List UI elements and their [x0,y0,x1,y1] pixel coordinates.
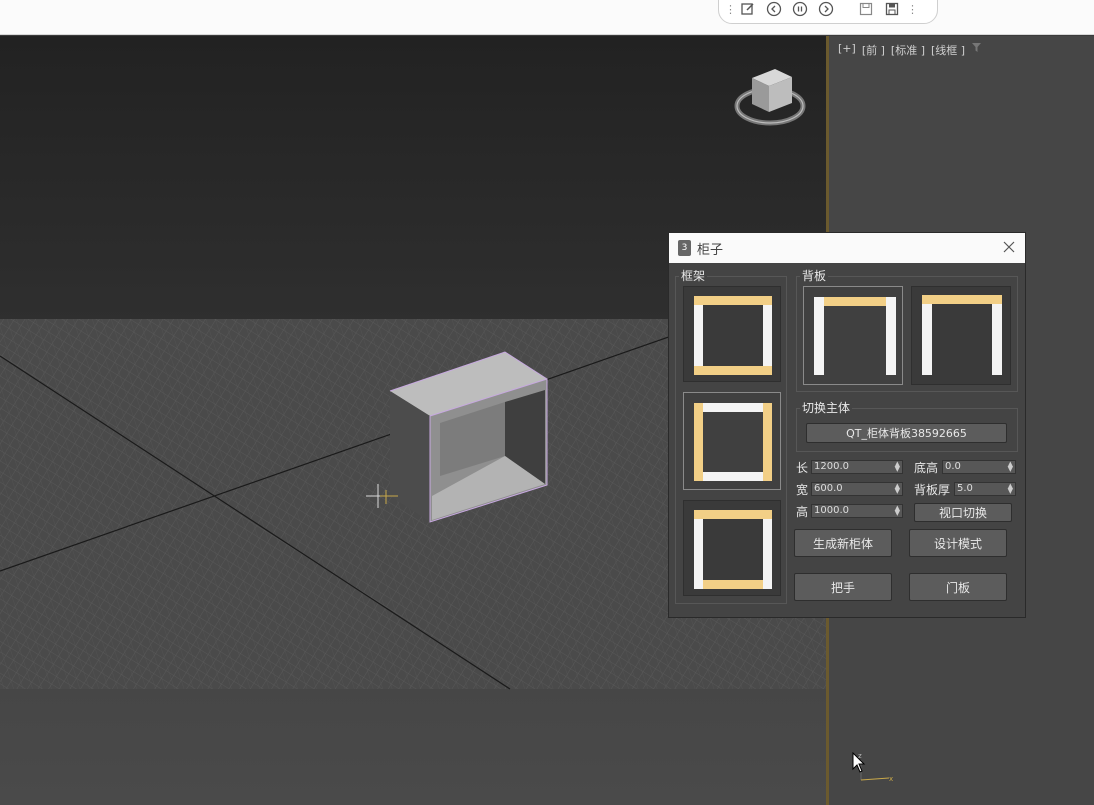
close-icon[interactable] [1001,239,1017,255]
viewport-mode-menu[interactable]: [线框 ] [931,42,965,58]
length-spinner[interactable]: 1200.0 ▲ ▼ [811,460,903,474]
floating-toolbar: ⋮ ⋮ [718,0,938,24]
mouse-cursor-icon [852,752,866,773]
viewcube-icon [734,69,806,126]
back-thickness-value: 5.0 [957,483,973,494]
back-thickness-spinner[interactable]: 5.0 ▲ ▼ [954,482,1016,496]
drag-handle-icon[interactable]: ⋮ [907,3,918,16]
handle-button[interactable]: 把手 [794,573,892,601]
viewport-shading-menu[interactable]: [标准 ] [891,42,925,58]
frame-option-2[interactable] [683,392,781,490]
back-panel-option-2[interactable] [911,286,1011,385]
width-value: 600.0 [814,483,843,494]
spinner-arrows-icon[interactable]: ▲ ▼ [895,483,900,495]
viewport-label[interactable]: [+] [前 ] [标准 ] [线框 ] [838,42,982,58]
height-spinner[interactable]: 1000.0 ▲ ▼ [811,504,903,518]
back-panel-option-1[interactable] [803,286,903,385]
app-top-bar: ⋮ ⋮ [0,0,1094,35]
spinner-arrows-icon[interactable]: ▲ ▼ [895,461,900,473]
width-spinner[interactable]: 600.0 ▲ ▼ [811,482,903,496]
length-label: 长 [796,461,809,475]
viewport-plus-menu[interactable]: [+] [838,42,856,58]
save-as-icon[interactable] [881,0,903,20]
dialog-titlebar[interactable]: 3 柜子 [669,233,1025,263]
length-value: 1200.0 [814,461,849,472]
base-height-label: 底高 [914,461,939,475]
spinner-arrows-icon[interactable]: ▲ ▼ [1008,461,1013,473]
previous-icon[interactable] [763,0,785,20]
switch-body-button[interactable]: QT_柜体背板38592665 [806,423,1007,443]
frame-option-1[interactable] [683,286,781,382]
base-height-value: 0.0 [945,461,961,472]
back-thickness-label: 背板厚 [914,483,951,497]
next-icon[interactable] [815,0,837,20]
frame-option-3[interactable] [683,500,781,596]
save-icon[interactable] [855,0,877,20]
dialog-title: 柜子 [697,242,724,258]
spinner-arrows-icon[interactable]: ▲ ▼ [1008,483,1013,495]
height-label: 高 [796,505,809,519]
edit-icon[interactable] [737,0,759,20]
viewport-switch-button[interactable]: 视口切换 [914,503,1012,522]
viewport-view-menu[interactable]: [前 ] [862,42,885,58]
new-cabinet-button[interactable]: 生成新柜体 [794,529,892,557]
door-button[interactable]: 门板 [909,573,1007,601]
switch-body-group-label: 切换主体 [800,399,853,416]
svg-text:x: x [889,775,893,783]
filter-icon[interactable] [971,42,982,53]
width-label: 宽 [796,483,809,497]
cabinet-dialog: 3 柜子 框架 背板 切换主体 QT_柜体背板38592665 长 1200.0… [668,232,1026,618]
base-height-spinner[interactable]: 0.0 ▲ ▼ [942,460,1016,474]
app-icon: 3 [678,240,691,256]
design-mode-button[interactable]: 设计模式 [909,529,1007,557]
pause-icon[interactable] [789,0,811,20]
frame-group-label: 框架 [679,267,708,284]
drag-handle-icon[interactable]: ⋮ [725,3,736,16]
spinner-arrows-icon[interactable]: ▲ ▼ [895,505,900,517]
back-panel-group-label: 背板 [800,267,829,284]
height-value: 1000.0 [814,505,849,516]
